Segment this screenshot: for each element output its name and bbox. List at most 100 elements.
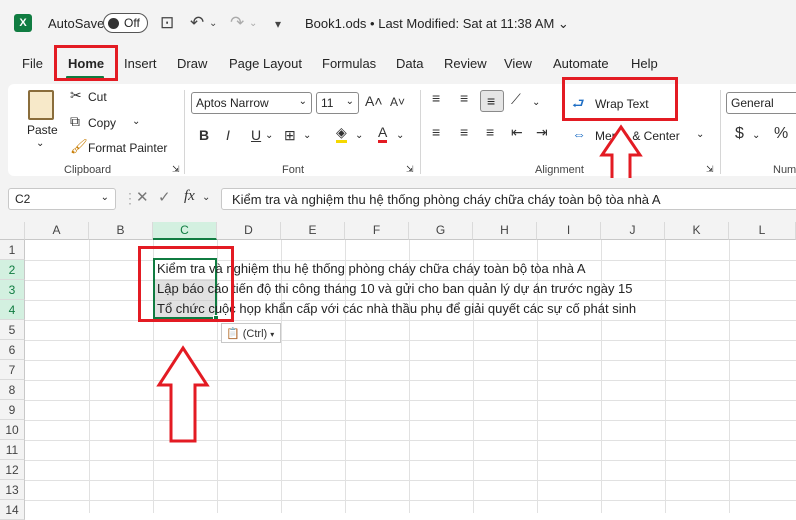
- cancel-icon[interactable]: ✕: [136, 188, 149, 206]
- tab-file[interactable]: File: [22, 56, 43, 71]
- row-header-2[interactable]: 2: [0, 260, 25, 280]
- column-header-i[interactable]: I: [537, 222, 601, 240]
- font-color-icon[interactable]: A: [378, 124, 388, 143]
- row-header-8[interactable]: 8: [0, 380, 25, 400]
- row-header-4[interactable]: 4: [0, 300, 25, 320]
- formula-bar-area: C2 ⌄ ⋮ ✕ ✓ fx ⌄ Kiểm tra và nghiệm thu hệ…: [0, 178, 796, 222]
- bottom-align-button[interactable]: ≡: [480, 90, 504, 112]
- number-format-select[interactable]: General: [726, 92, 796, 114]
- currency-dropdown-icon[interactable]: ⌄: [752, 130, 760, 141]
- copy-icon[interactable]: ⧉: [70, 113, 80, 130]
- fill-color-icon[interactable]: ◈: [336, 125, 347, 143]
- paste-button[interactable]: Paste: [27, 123, 58, 137]
- align-center-icon[interactable]: ≡: [460, 124, 468, 140]
- copy-button[interactable]: Copy: [88, 116, 116, 130]
- tab-review[interactable]: Review: [444, 56, 487, 71]
- column-header-j[interactable]: J: [601, 222, 665, 240]
- column-header-c[interactable]: C: [153, 222, 217, 240]
- redo-icon[interactable]: ↷: [230, 13, 244, 33]
- customize-toolbar-icon[interactable]: ▾: [275, 17, 281, 31]
- undo-dropdown-icon[interactable]: ⌄: [209, 18, 217, 29]
- font-size-select[interactable]: 11 ⌄: [316, 92, 359, 114]
- row-header-1[interactable]: 1: [0, 240, 25, 260]
- top-align-icon[interactable]: ≡: [432, 90, 440, 106]
- underline-dropdown-icon[interactable]: ⌄: [265, 130, 273, 141]
- enter-icon[interactable]: ✓: [158, 188, 171, 206]
- name-box[interactable]: C2 ⌄: [8, 188, 116, 210]
- paste-icon[interactable]: [28, 90, 54, 120]
- document-title[interactable]: Book1.ods • Last Modified: Sat at 11:38 …: [305, 16, 569, 32]
- increase-indent-icon[interactable]: ⇥: [536, 124, 548, 141]
- currency-button[interactable]: $: [735, 125, 744, 143]
- formula-input[interactable]: Kiểm tra và nghiệm thu hệ thống phòng ch…: [221, 188, 796, 210]
- paste-dropdown-icon[interactable]: ⌄: [36, 138, 44, 149]
- cut-button[interactable]: Cut: [88, 90, 107, 104]
- save-icon[interactable]: ⊡: [160, 13, 174, 33]
- orientation-dropdown-icon[interactable]: ⌄: [532, 97, 540, 108]
- tab-draw[interactable]: Draw: [177, 56, 207, 71]
- decrease-indent-icon[interactable]: ⇤: [511, 124, 523, 141]
- borders-dropdown-icon[interactable]: ⌄: [303, 130, 311, 141]
- font-size-value: 11: [321, 96, 334, 110]
- column-header-b[interactable]: B: [89, 222, 153, 240]
- tab-page-layout[interactable]: Page Layout: [229, 56, 302, 71]
- row-header-13[interactable]: 13: [0, 480, 25, 500]
- tab-view[interactable]: View: [504, 56, 532, 71]
- row-header-7[interactable]: 7: [0, 360, 25, 380]
- tab-formulas[interactable]: Formulas: [322, 56, 376, 71]
- column-header-d[interactable]: D: [217, 222, 281, 240]
- redo-dropdown-icon[interactable]: ⌄: [249, 18, 257, 29]
- format-painter-icon[interactable]: 🖌: [70, 138, 88, 155]
- font-name-select[interactable]: Aptos Narrow ⌄: [191, 92, 312, 114]
- alignment-launcher-icon[interactable]: ⇲: [706, 164, 714, 175]
- select-all-corner[interactable]: [0, 222, 25, 240]
- format-painter-button[interactable]: Format Painter: [88, 141, 167, 155]
- decrease-font-icon[interactable]: A˅: [390, 95, 405, 109]
- column-header-k[interactable]: K: [665, 222, 729, 240]
- merge-dropdown-icon[interactable]: ⌄: [696, 129, 704, 140]
- column-header-g[interactable]: G: [409, 222, 473, 240]
- align-left-icon[interactable]: ≡: [432, 124, 440, 140]
- orientation-icon[interactable]: ⟋: [511, 91, 521, 108]
- increase-font-icon[interactable]: A˄: [365, 93, 383, 109]
- bold-button[interactable]: B: [199, 127, 209, 143]
- row-header-10[interactable]: 10: [0, 420, 25, 440]
- row-header-11[interactable]: 11: [0, 440, 25, 460]
- spreadsheet-grid[interactable]: A B C D E F G H I J K L 1 2 3 4 5 6 7 8 …: [0, 222, 796, 520]
- font-launcher-icon[interactable]: ⇲: [406, 164, 414, 175]
- fill-color-dropdown-icon[interactable]: ⌄: [355, 130, 363, 141]
- merge-center-icon[interactable]: ⇔: [572, 126, 586, 142]
- row-header-12[interactable]: 12: [0, 460, 25, 480]
- column-header-a[interactable]: A: [25, 222, 89, 240]
- copy-dropdown-icon[interactable]: ⌄: [132, 116, 140, 127]
- font-color-dropdown-icon[interactable]: ⌄: [396, 130, 404, 141]
- tab-help[interactable]: Help: [631, 56, 658, 71]
- column-header-h[interactable]: H: [473, 222, 537, 240]
- borders-icon[interactable]: ⊞: [284, 127, 296, 144]
- percent-button[interactable]: %: [774, 125, 788, 143]
- row-header-6[interactable]: 6: [0, 340, 25, 360]
- tab-data[interactable]: Data: [396, 56, 423, 71]
- column-header-l[interactable]: L: [729, 222, 796, 240]
- underline-button[interactable]: U: [251, 127, 261, 143]
- italic-button[interactable]: I: [226, 127, 230, 143]
- excel-logo-icon: X: [14, 14, 32, 32]
- clipboard-launcher-icon[interactable]: ⇲: [172, 164, 180, 175]
- insert-function-button[interactable]: fx: [184, 188, 195, 205]
- cells-highlight: [138, 246, 234, 322]
- fx-dropdown-icon[interactable]: ⌄: [202, 192, 210, 203]
- cut-icon[interactable]: ✂: [70, 87, 82, 104]
- row-header-5[interactable]: 5: [0, 320, 25, 340]
- row-header-14[interactable]: 14: [0, 500, 25, 520]
- tab-automate[interactable]: Automate: [553, 56, 609, 71]
- column-header-f[interactable]: F: [345, 222, 409, 240]
- column-header-e[interactable]: E: [281, 222, 345, 240]
- row-header-9[interactable]: 9: [0, 400, 25, 420]
- tab-insert[interactable]: Insert: [124, 56, 157, 71]
- autosave-toggle[interactable]: Off: [103, 13, 148, 33]
- undo-icon[interactable]: ↶: [190, 13, 204, 33]
- middle-align-icon[interactable]: ≡: [460, 90, 468, 106]
- align-right-icon[interactable]: ≡: [486, 124, 494, 140]
- row-header-3[interactable]: 3: [0, 280, 25, 300]
- paste-options-button[interactable]: 📋 (Ctrl) ▾: [221, 323, 281, 343]
